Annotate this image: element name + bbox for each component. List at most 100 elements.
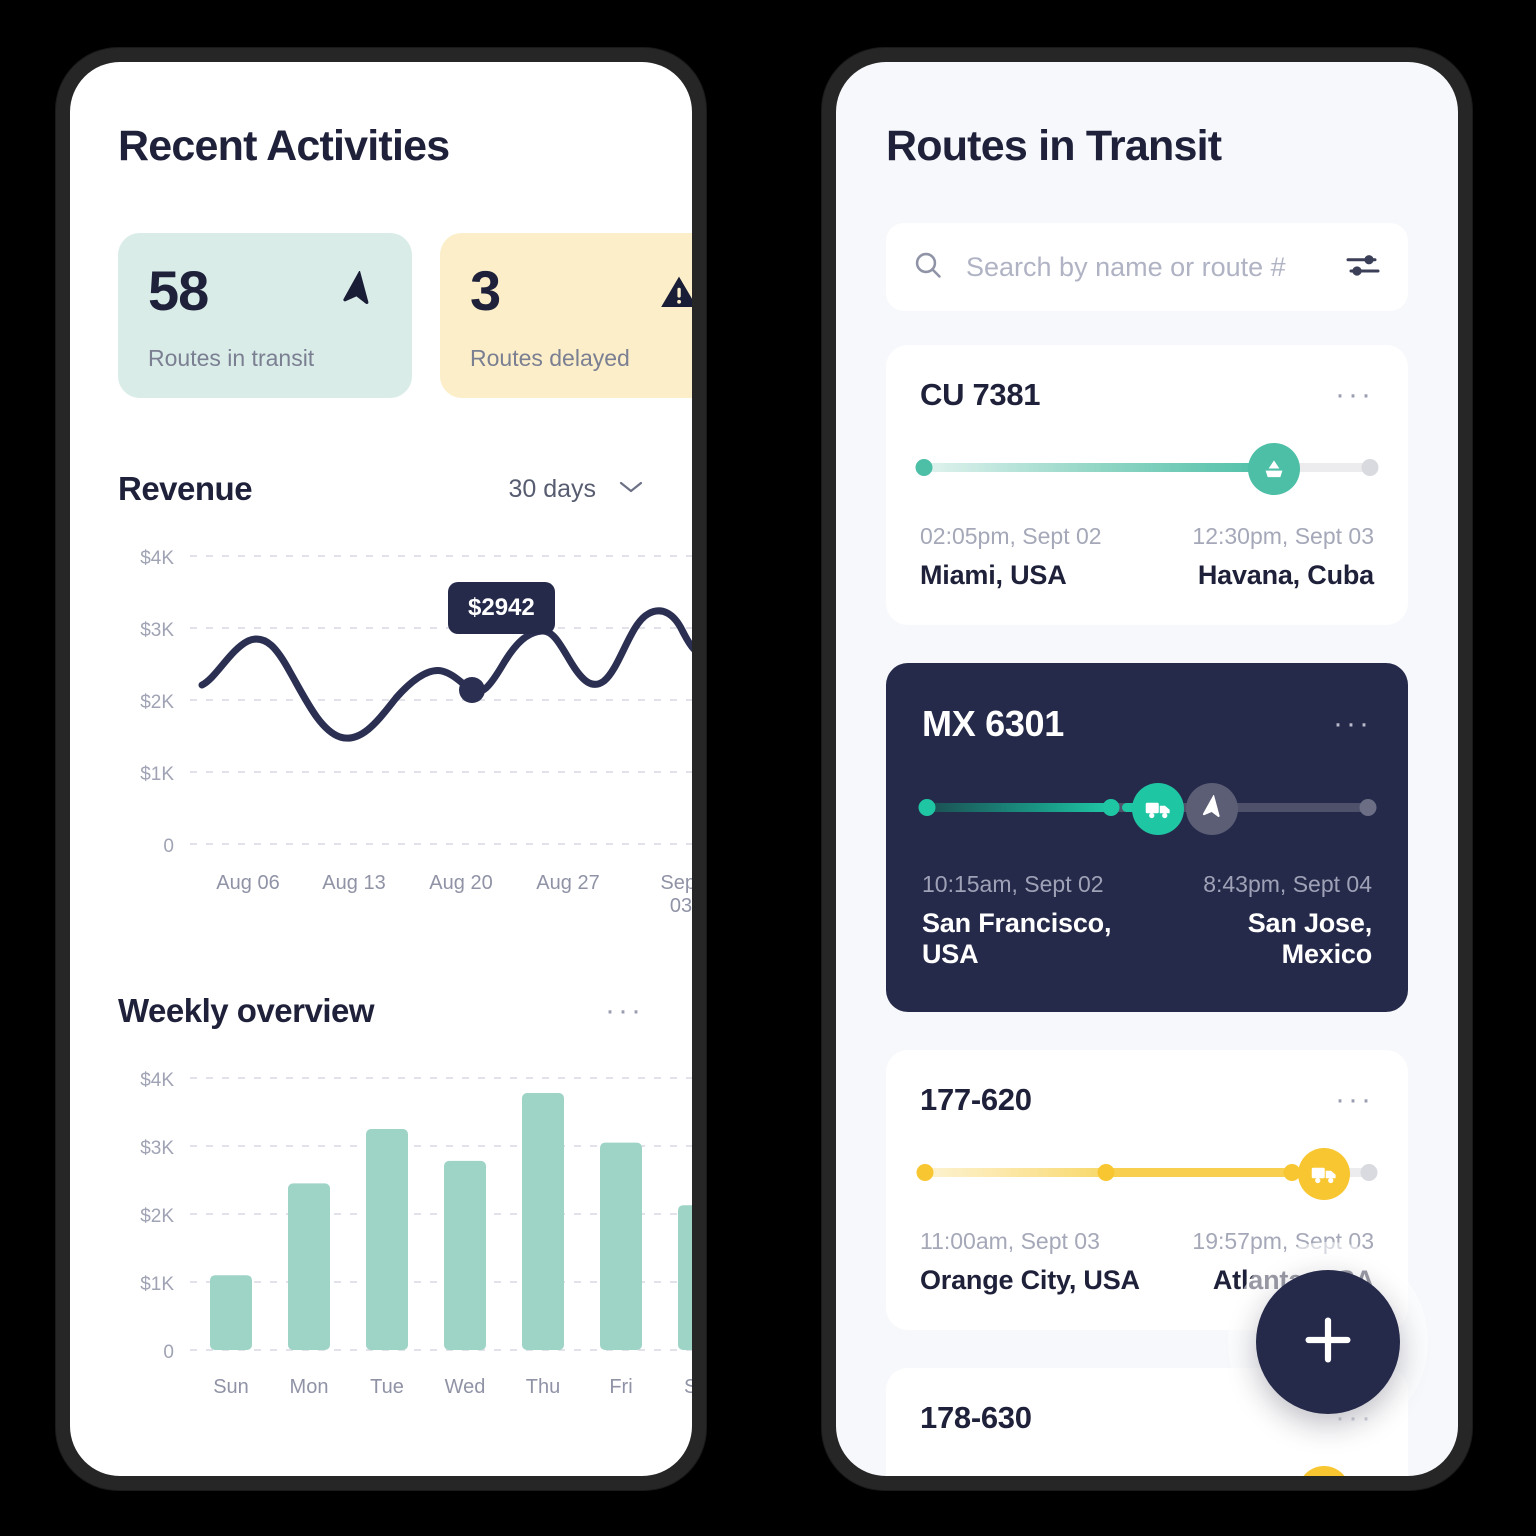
progress-node-origin (918, 799, 935, 816)
progress-fill (922, 803, 1107, 812)
weekly-ytick-1k: $1K (140, 1274, 174, 1295)
truck-icon[interactable] (1298, 1466, 1351, 1476)
revenue-chart-svg (190, 555, 692, 845)
route-origin: 02:05pm, Sept 02 Miami, USA (920, 523, 1102, 591)
weekly-chart-svg (190, 1077, 692, 1351)
route-origin: 10:15am, Sept 02 San Francisco, USA (922, 871, 1162, 970)
revenue-range-dropdown[interactable]: 30 days (508, 475, 644, 504)
weekly-ytick-3k: $3K (140, 1138, 174, 1159)
route-destination: 12:30pm, Sept 03 Havana, Cuba (1192, 523, 1374, 591)
plus-icon (1297, 1309, 1359, 1376)
stat-value-routes-delayed: 3 (470, 259, 501, 322)
revenue-xtick-4: Sept 03 (660, 872, 692, 917)
route-arrive-time: 12:30pm, Sept 03 (1192, 523, 1374, 549)
weekly-xtick-mon: Mon (289, 1376, 329, 1398)
revenue-xtick-3: Aug 27 (536, 872, 600, 894)
route-code: 178-630 (920, 1400, 1032, 1435)
revenue-ytick-3k: $3K (140, 620, 174, 641)
revenue-ytick-2k: $2K (140, 692, 174, 713)
route-progress-bar[interactable] (915, 441, 1379, 495)
weekly-overflow-menu-button[interactable]: ··· (605, 996, 644, 1026)
truck-icon[interactable] (1298, 1148, 1351, 1200)
weekly-xtick-tue: Tue (370, 1376, 404, 1398)
route-code: 177-620 (920, 1082, 1032, 1117)
revenue-xtick-2: Aug 20 (429, 872, 493, 894)
route-depart-time: 02:05pm, Sept 02 (920, 523, 1102, 549)
plane-icon[interactable] (1186, 783, 1239, 835)
revenue-ytick-4k: $4K (140, 548, 174, 569)
revenue-tooltip: $2942 (448, 582, 555, 634)
stat-label-routes-delayed: Routes delayed (470, 345, 630, 371)
route-arrive-time: 8:43pm, Sept 04 (1203, 871, 1372, 897)
phone-frame-right: Routes in Transit Search by name or rout… (822, 48, 1472, 1490)
weekly-xtick-sun: Sun (213, 1376, 249, 1398)
route-progress-bar[interactable] (918, 781, 1376, 835)
progress-node-waypoint (1102, 799, 1120, 816)
weekly-ytick-0: 0 (163, 1342, 174, 1363)
weekly-xtick-fri: Fri (609, 1376, 633, 1398)
route-arrive-place: Havana, Cuba (1197, 560, 1374, 590)
revenue-xtick-0: Aug 06 (216, 872, 280, 894)
page-title-recent-activities: Recent Activities (118, 122, 450, 170)
weekly-xtick-sat: Sat (683, 1376, 692, 1398)
weekly-ytick-4k: $4K (140, 1070, 174, 1091)
stat-card-routes-in-transit[interactable]: 58 Routes in transit (118, 233, 412, 398)
progress-node-destination (1359, 799, 1376, 816)
progress-node-origin (916, 1164, 934, 1181)
ship-icon[interactable] (1248, 443, 1301, 495)
route-depart-place: Orange City, USA (920, 1265, 1140, 1295)
route-depart-time: 10:15am, Sept 02 (922, 871, 1104, 897)
progress-node-destination (1361, 459, 1379, 476)
search-input[interactable] (966, 251, 1322, 283)
weekly-ytick-2k: $2K (140, 1206, 174, 1227)
navigation-arrow-icon (336, 269, 378, 318)
progress-node-origin (915, 459, 933, 476)
route-arrive-place: San Jose, Mexico (1247, 908, 1372, 969)
weekly-title: Weekly overview (118, 992, 375, 1029)
route-overflow-menu-button[interactable]: ··· (1335, 380, 1374, 410)
add-route-fab[interactable] (1256, 1270, 1400, 1414)
revenue-title: Revenue (118, 470, 253, 507)
route-card-selected[interactable]: MX 6301 ··· 10:15am, Sept 02 San Francis… (886, 663, 1408, 1012)
weekly-bar-chart: $4K $3K $2K $1K 0 Sun Mon Tue Wed Thu Fr… (118, 1060, 692, 1420)
truck-icon[interactable] (1132, 783, 1185, 835)
warning-triangle-icon (658, 271, 692, 318)
weekly-section-header: Weekly overview ··· (118, 992, 644, 1030)
screen-routes-in-transit: Routes in Transit Search by name or rout… (836, 62, 1458, 1476)
route-depart-place: Miami, USA (920, 560, 1067, 590)
weekly-xtick-wed: Wed (444, 1376, 486, 1398)
revenue-ytick-1k: $1K (140, 764, 174, 785)
progress-fill-segment (1106, 1168, 1288, 1177)
route-destination: 8:43pm, Sept 04 San Jose, Mexico (1162, 871, 1372, 970)
route-overflow-menu-button[interactable]: ··· (1333, 709, 1372, 739)
page-title-routes-in-transit: Routes in Transit (886, 122, 1222, 170)
stat-label-routes-in-transit: Routes in transit (148, 345, 315, 371)
route-progress-bar[interactable] (920, 1464, 1374, 1476)
route-code: MX 6301 (922, 703, 1064, 744)
route-code: CU 7381 (920, 377, 1041, 412)
revenue-line-chart: $4K $3K $2K $1K 0 $2942 Aug 06 Aug 13 Au… (118, 538, 692, 938)
revenue-section-header: Revenue 30 days (118, 470, 644, 508)
screen-recent-activities: Recent Activities 58 Routes in transit 3… (70, 62, 692, 1476)
search-bar[interactable] (886, 223, 1408, 311)
stat-card-row: 58 Routes in transit 3 Routes delayed (118, 233, 692, 398)
route-card[interactable]: CU 7381 ··· 02:05pm, Sept 02 Miami, USA … (886, 345, 1408, 625)
stat-card-routes-delayed[interactable]: 3 Routes delayed (440, 233, 692, 398)
progress-fill (920, 1168, 1107, 1177)
route-origin: 11:00am, Sept 03 Orange City, USA (920, 1228, 1140, 1296)
route-overflow-menu-button[interactable]: ··· (1335, 1085, 1374, 1115)
screenshot-stage: Recent Activities 58 Routes in transit 3… (0, 0, 1536, 1536)
progress-node-waypoint (1097, 1164, 1115, 1181)
route-progress-bar[interactable] (916, 1146, 1378, 1200)
sliders-filter-icon[interactable] (1344, 250, 1382, 285)
revenue-xtick-1: Aug 13 (322, 872, 386, 894)
search-icon (912, 249, 944, 286)
progress-node-destination (1360, 1164, 1378, 1181)
phone-frame-left: Recent Activities 58 Routes in transit 3… (56, 48, 706, 1490)
route-depart-place: San Francisco, USA (922, 908, 1112, 969)
weekly-xtick-thu: Thu (525, 1376, 561, 1398)
revenue-range-label: 30 days (508, 474, 596, 503)
route-depart-time: 11:00am, Sept 03 (920, 1228, 1100, 1254)
stat-value-routes-in-transit: 58 (148, 259, 209, 322)
chevron-down-icon (618, 479, 644, 500)
